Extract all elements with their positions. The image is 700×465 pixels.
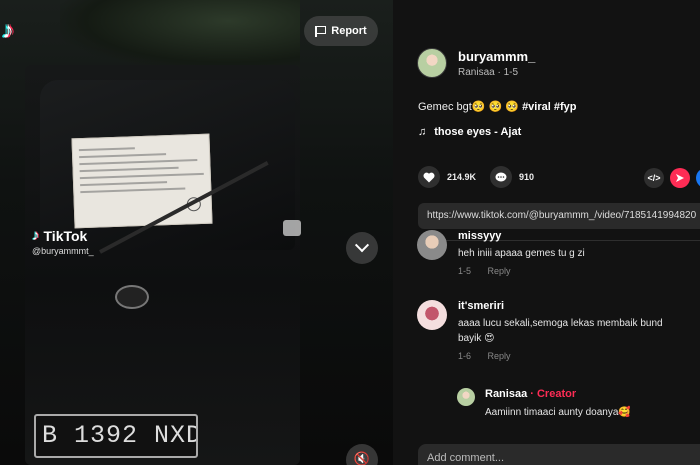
creator-name[interactable]: Ranisaa [485, 388, 527, 400]
author-info[interactable]: buryammm_ Ranisaa · 1-5 [417, 48, 535, 78]
license-plate: B 1392 NXD [34, 414, 198, 458]
comment-date: 1-5 [458, 266, 472, 276]
comment-item: missyyy heh iniii apaaa gemes tu g zi 1-… [417, 230, 585, 276]
video-player[interactable]: B 1392 NXD ♪ ♪ TikTok @buryammmt_ Report… [0, 0, 393, 465]
video-trees [60, 0, 300, 70]
video-url-field[interactable]: https://www.tiktok.com/@buryammm_/video/… [418, 203, 700, 229]
light-reflection [283, 220, 301, 236]
comment-count: 910 [519, 172, 535, 182]
comment-button[interactable] [490, 166, 513, 188]
commenter-avatar[interactable] [417, 300, 447, 330]
commenter-name[interactable]: it'smeriri [458, 300, 663, 312]
engagement-actions: 214.9K 910 [418, 166, 548, 188]
commenter-avatar[interactable] [417, 230, 447, 260]
report-button[interactable]: Report [304, 16, 378, 46]
next-video-button[interactable] [346, 232, 378, 264]
speaker-muted-icon: 🔇 [353, 451, 371, 465]
music-link[interactable]: ♫ those eyes - Ajat [418, 126, 521, 138]
comment-text: heh iniii apaaa gemes tu g zi [458, 248, 585, 259]
reply-text: Aamiinn timaaci aunty doanya🥰 [485, 407, 631, 418]
commenter-name[interactable]: missyyy [458, 230, 585, 242]
send-to-friends-button[interactable] [670, 168, 690, 188]
handwritten-note-image [71, 133, 213, 229]
caption-text: Gemec bgt🥺 🥺 🥺 [418, 101, 523, 113]
embed-button[interactable]: </> [644, 168, 664, 188]
video-caption: Gemec bgt🥺 🥺 🥺 #viral #fyp [418, 100, 576, 113]
watermark-brand: TikTok [43, 227, 88, 244]
details-panel: buryammm_ Ranisaa · 1-5 Gemec bgt🥺 🥺 🥺 #… [393, 0, 700, 465]
share-buttons: </> f [644, 168, 700, 188]
comment-bubble-icon [495, 172, 507, 181]
embed-code-icon: </> [647, 173, 661, 183]
author-display-date: Ranisaa · 1-5 [458, 66, 519, 78]
watermark-username: @buryammmt_ [32, 246, 94, 256]
tiktok-logo-icon[interactable]: ♪ [2, 17, 26, 45]
flag-icon [315, 25, 326, 37]
caption-hashtags[interactable]: #viral #fyp [522, 101, 576, 113]
heart-icon [423, 172, 435, 182]
paper-plane-icon [676, 174, 684, 182]
author-avatar[interactable] [417, 48, 447, 78]
like-button[interactable] [418, 166, 440, 188]
video-watermark: ♪ TikTok @buryammmt_ [32, 227, 94, 256]
facebook-share-button[interactable]: f [696, 168, 700, 188]
music-title[interactable]: those eyes - Ajat [434, 126, 521, 138]
chevron-down-icon [354, 238, 370, 253]
creator-avatar[interactable] [457, 388, 475, 406]
like-count: 214.9K [447, 172, 477, 182]
comment-text: aaaa lucu sekali,semoga lekas membaik bu… [458, 318, 663, 329]
tiktok-note-icon: ♪ [32, 227, 40, 244]
comment-date: 1-6 [458, 351, 472, 361]
creator-badge: · Creator [530, 388, 577, 400]
comment-text-continued: bayik 😍 [458, 333, 495, 344]
report-label: Report [331, 25, 367, 37]
car-emblem [115, 285, 149, 309]
music-note-icon: ♫ [418, 126, 427, 138]
reply-button[interactable]: Reply [488, 351, 511, 361]
comment-item: it'smeriri aaaa lucu sekali,semoga lekas… [417, 300, 663, 361]
add-comment-input[interactable]: Add comment... [418, 444, 700, 465]
creator-reply: Ranisaa · Creator Aamiinn timaaci aunty … [457, 388, 631, 418]
reply-button[interactable]: Reply [488, 266, 511, 276]
author-username[interactable]: buryammm_ [458, 49, 535, 64]
